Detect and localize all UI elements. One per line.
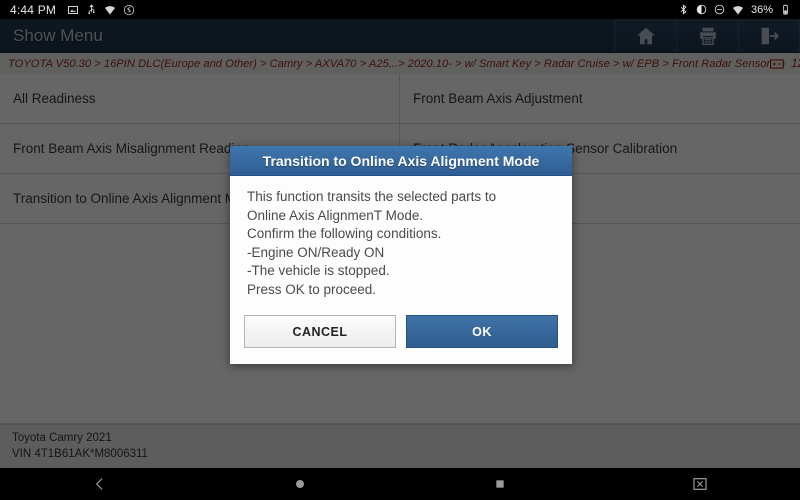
bluetooth-icon: [680, 4, 687, 15]
usb-icon: [88, 4, 95, 15]
cancel-button[interactable]: CANCEL: [244, 315, 396, 348]
confirmation-dialog: Transition to Online Axis Alignment Mode…: [230, 146, 572, 364]
dialog-line: This function transits the selected part…: [247, 189, 497, 204]
square-icon: [496, 480, 504, 488]
dialog-line: Press OK to proceed.: [247, 281, 377, 297]
dialog-line: -Engine ON/Ready ON: [247, 244, 385, 260]
do-not-disturb-icon: [714, 4, 725, 15]
bluetooth-share-icon: [123, 4, 135, 15]
dialog-title: Transition to Online Axis Alignment Mode: [262, 152, 540, 169]
android-nav-bar: [0, 468, 800, 500]
ok-button[interactable]: OK: [406, 315, 558, 348]
screenshot-icon: [68, 5, 79, 14]
circle-icon: [296, 480, 304, 488]
battery-percent: 36%: [750, 3, 773, 16]
nav-home-button[interactable]: [200, 476, 400, 492]
chevron-left-icon: [95, 478, 103, 490]
dialog-header: Transition to Online Axis Alignment Mode: [230, 146, 572, 176]
nav-recents-button[interactable]: [400, 476, 600, 492]
android-status-bar: 4:44 PM 36%: [0, 0, 800, 19]
nav-back-button[interactable]: [0, 476, 200, 492]
status-left-icons: [67, 4, 135, 16]
status-right-icons: 36%: [678, 4, 791, 16]
wifi-icon: [105, 5, 116, 14]
brightness-icon: [696, 4, 707, 15]
dialog-line: -The vehicle is stopped.: [247, 263, 390, 278]
wifi-signal-icon: [732, 5, 743, 14]
dialog-button-row: CANCEL OK: [230, 305, 572, 364]
dialog-body: This function transits the selected part…: [230, 176, 572, 305]
nav-screenshot-button[interactable]: [600, 476, 800, 492]
screenshot-capture-icon: [693, 478, 707, 490]
dialog-line: Confirm the following conditions.: [247, 226, 442, 241]
status-clock: 4:44 PM: [10, 2, 57, 17]
dialog-line: Online Axis AlignmenT Mode.: [247, 207, 424, 223]
battery-status-icon: [783, 4, 788, 15]
